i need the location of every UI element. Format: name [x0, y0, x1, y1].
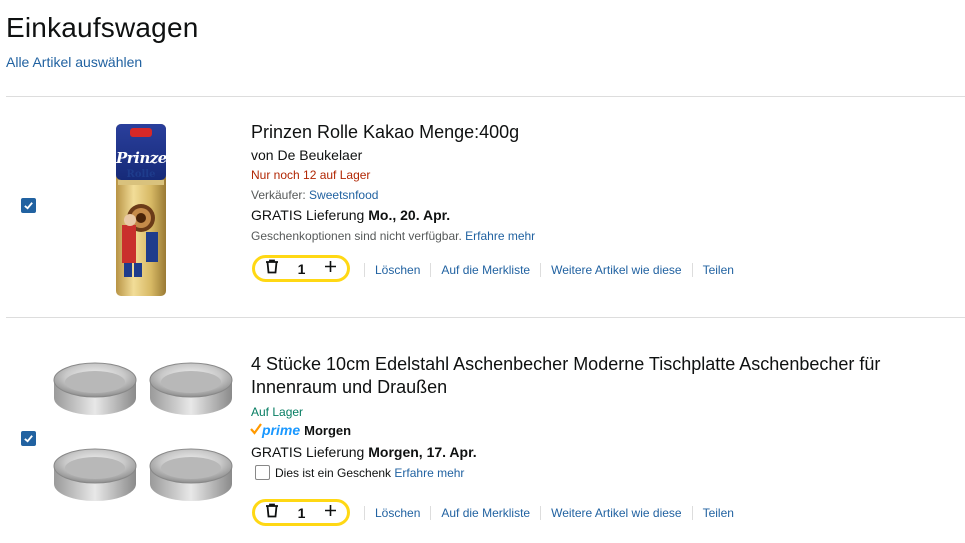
prime-check-icon: [250, 422, 262, 438]
item-2-stock: Auf Lager: [251, 405, 304, 419]
similar-items-link[interactable]: Weitere Artikel wie diese: [540, 263, 692, 277]
plus-icon[interactable]: [324, 260, 337, 278]
item-1-checkbox[interactable]: [21, 198, 36, 213]
prime-delivery: Morgen: [304, 422, 352, 438]
save-for-later-link[interactable]: Auf die Merkliste: [430, 263, 540, 277]
prime-logo: prime: [262, 422, 301, 438]
item-2-prime-line: prime Morgen: [250, 422, 351, 438]
delivery-date: Morgen, 17. Apr.: [368, 444, 477, 460]
item-2-quantity-stepper: 1: [252, 499, 350, 526]
checkmark-icon: [24, 202, 33, 210]
item-1-stock: Nur noch 12 auf Lager: [251, 168, 371, 182]
item-1-title[interactable]: Prinzen Rolle Kakao Menge:400g: [251, 121, 519, 144]
gift-text: Geschenkoptionen sind nicht verfügbar.: [251, 229, 462, 243]
item-1-quantity-stepper: 1: [252, 255, 350, 282]
seller-label: Verkäufer:: [251, 188, 306, 202]
item-2-checkbox[interactable]: [21, 431, 36, 446]
item-2-delivery: GRATIS Lieferung Morgen, 17. Apr.: [251, 444, 477, 460]
similar-items-link[interactable]: Weitere Artikel wie diese: [540, 506, 692, 520]
quantity-value: 1: [297, 260, 306, 277]
item-1-actions: Löschen Auf die Merkliste Weitere Artike…: [364, 263, 744, 277]
delivery-date: Mo., 20. Apr.: [368, 207, 451, 223]
product-label-top: Prinzen: [116, 149, 178, 167]
item-2-title-line2[interactable]: Innenraum und Draußen: [251, 376, 447, 399]
delivery-prefix: GRATIS Lieferung: [251, 444, 365, 460]
ashtrays-image: [53, 362, 233, 501]
save-for-later-link[interactable]: Auf die Merkliste: [430, 506, 540, 520]
item-1-gift-line: Geschenkoptionen sind nicht verfügbar. E…: [251, 229, 535, 243]
divider: [6, 96, 965, 97]
item-1-seller-line: Verkäufer: Sweetsnfood: [251, 188, 378, 202]
trash-icon[interactable]: [265, 503, 279, 523]
learn-more-link[interactable]: Erfahre mehr: [394, 466, 464, 480]
select-all-link[interactable]: Alle Artikel auswählen: [6, 54, 142, 70]
delete-link[interactable]: Löschen: [364, 263, 430, 277]
gift-checkbox[interactable]: [255, 465, 270, 480]
prinzen-rolle-package-image: [116, 124, 166, 296]
learn-more-link[interactable]: Erfahre mehr: [465, 229, 535, 243]
item-2-actions: Löschen Auf die Merkliste Weitere Artike…: [364, 506, 744, 520]
item-1-brand: von De Beukelaer: [251, 147, 363, 163]
gift-text: Dies ist ein Geschenk: [275, 466, 392, 480]
item-2-gift-line: Dies ist ein Geschenk Erfahre mehr: [275, 466, 464, 480]
product-label-bottom: Rolle: [126, 169, 156, 180]
seller-link[interactable]: Sweetsnfood: [309, 188, 378, 202]
delete-link[interactable]: Löschen: [364, 506, 430, 520]
checkmark-icon: [24, 435, 33, 443]
share-link[interactable]: Teilen: [691, 506, 744, 520]
divider: [6, 317, 965, 318]
delivery-prefix: GRATIS Lieferung: [251, 207, 365, 223]
share-link[interactable]: Teilen: [691, 263, 744, 277]
item-1-delivery: GRATIS Lieferung Mo., 20. Apr.: [251, 207, 450, 223]
page-title: Einkaufswagen: [6, 12, 199, 43]
item-2-title-line1[interactable]: 4 Stücke 10cm Edelstahl Aschenbecher Mod…: [251, 353, 880, 376]
quantity-value: 1: [297, 504, 306, 521]
plus-icon[interactable]: [324, 504, 337, 522]
trash-icon[interactable]: [265, 259, 279, 279]
